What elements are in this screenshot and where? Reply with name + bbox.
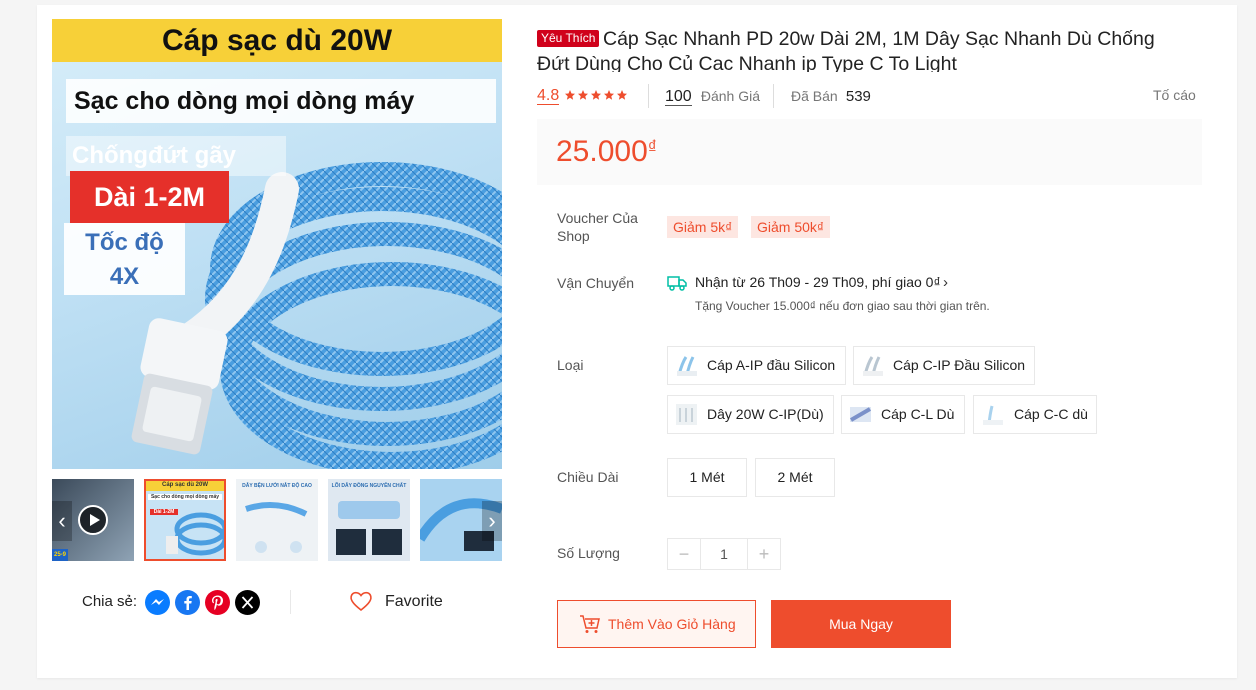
variant-thumb-icon [983, 405, 1003, 425]
thumbnail-3[interactable]: DÂY BỆN LƯỚI NẮT ĐỘ CAO [236, 479, 318, 561]
share-label: Chia sẻ: [82, 593, 138, 610]
cart-plus-icon [580, 615, 600, 633]
thumbnail-4[interactable]: LÕI DÂY ĐỒNG NGUYÊN CHẤT [328, 479, 410, 561]
variant-thumb-icon [849, 407, 872, 422]
product-price: 25.000₫ [556, 135, 657, 169]
variant-option[interactable]: Dây 20W C-IP(Dù) [667, 395, 834, 434]
variant-option[interactable]: Cáp C-L Dù [841, 395, 965, 434]
quantity-stepper: − 1 + [667, 538, 781, 570]
messenger-icon[interactable] [145, 590, 170, 615]
voucher-label: Voucher Của Shop [557, 210, 638, 244]
currency-symbol: ₫ [647, 137, 658, 157]
variant-option-label: Dây 20W C-IP(Dù) [707, 406, 824, 422]
sold-stat: Đã Bán 539 [791, 86, 871, 106]
voucher-tag[interactable]: Giảm 5k₫ [667, 216, 739, 238]
length-option[interactable]: 1 Mét [667, 458, 747, 497]
thumbnail-date-badge: 25-9 [52, 549, 68, 561]
review-count: 100 [665, 88, 692, 106]
add-to-cart-label: Thêm Vào Giỏ Hàng [608, 616, 736, 632]
rating-number: 4.8 [537, 87, 560, 105]
truck-icon [667, 276, 687, 291]
hero-speed-label: Tốc độ [85, 229, 164, 256]
rating-value[interactable]: 4.8 [537, 86, 560, 106]
favorite-label[interactable]: Favorite [385, 593, 443, 611]
thumbnail-strip: 25-9 Cáp sạc dù 20W Sạc cho dòng mọi dòn… [52, 479, 502, 561]
quantity-label: Số Lượng [557, 545, 620, 561]
x-twitter-icon[interactable] [235, 590, 260, 615]
thumbnail-prev-arrow[interactable]: ‹ [52, 501, 72, 541]
report-link[interactable]: Tố cáo [1153, 87, 1196, 103]
facebook-icon[interactable] [175, 590, 200, 615]
add-to-cart-button[interactable]: Thêm Vào Giỏ Hàng [557, 600, 756, 648]
variant-thumb-icon [863, 356, 883, 376]
hero-feature-length: Dài 1-2M [70, 171, 229, 223]
play-icon[interactable] [78, 505, 108, 535]
price-value: 25.000 [556, 135, 648, 168]
variant-label: Loại [557, 357, 584, 373]
variant-thumb-icon [676, 404, 697, 425]
product-main-image[interactable]: Cáp sạc dù 20W Sạc cho dòng mọi dòng máy… [52, 19, 502, 469]
thumbnail-2-cable [166, 512, 224, 556]
sold-count: 539 [845, 88, 871, 105]
variant-option-label: Cáp C-IP Đầu Silicon [893, 357, 1026, 373]
length-label: Chiều Dài [557, 469, 619, 485]
share-divider [290, 590, 291, 614]
voucher-tag[interactable]: Giảm 50k₫ [751, 216, 831, 238]
shipping-voucher-note: Tặng Voucher 15.000₫ nếu đơn giao sau th… [695, 299, 990, 313]
variant-option[interactable]: Cáp C-C dù [973, 395, 1097, 434]
sold-label: Đã Bán [791, 88, 838, 104]
quantity-decrease-button[interactable]: − [668, 539, 700, 569]
variant-option-label: Cáp A-IP đầu Silicon [707, 357, 836, 373]
review-label: Đánh Giá [700, 88, 761, 104]
quantity-input[interactable]: 1 [700, 539, 748, 569]
rating-stars [565, 90, 627, 100]
variant-thumb-icon [677, 356, 697, 376]
thumbnail-2[interactable]: Cáp sạc dù 20W Sạc cho dòng mọi dòng máy… [144, 479, 226, 561]
hero-speed-value: 4X [109, 263, 140, 290]
chevron-right-icon[interactable]: › [943, 274, 948, 291]
hero-feature-speed: Tốc độ 4X [64, 223, 185, 295]
shipping-estimate[interactable]: Nhận từ 26 Th09 - 29 Th09, phí giao 0₫ [695, 274, 941, 290]
stats-divider [773, 84, 774, 108]
shipping-label: Vận Chuyển [557, 275, 635, 291]
thumbnail-4-cable [336, 501, 402, 555]
thumbnail-next-arrow[interactable]: › [482, 501, 502, 541]
variant-option[interactable]: Cáp C-IP Đầu Silicon [853, 346, 1035, 385]
favorite-shop-badge: Yêu Thích [537, 30, 600, 47]
thumbnail-3-cable [245, 502, 308, 553]
variant-option[interactable]: Cáp A-IP đầu Silicon [667, 346, 846, 385]
heart-icon[interactable] [348, 589, 374, 618]
quantity-increase-button[interactable]: + [748, 539, 780, 569]
pinterest-icon[interactable] [205, 590, 230, 615]
hero-subtitle: Sạc cho dòng mọi dòng máy [66, 79, 496, 123]
length-option[interactable]: 2 Mét [755, 458, 835, 497]
hero-banner-title: Cáp sạc dù 20W [52, 19, 502, 62]
variant-option-label: Cáp C-L Dù [881, 406, 955, 422]
product-title: Cáp Sạc Nhanh PD 20w Dài 2M, 1M Dây Sạc … [537, 28, 1155, 72]
review-stat[interactable]: 100 Đánh Giá [665, 86, 760, 106]
stats-divider [648, 84, 649, 108]
buy-now-button[interactable]: Mua Ngay [771, 600, 951, 648]
hero-feature-durability: Chốngđứt gãy [66, 136, 286, 176]
variant-option-label: Cáp C-C dù [1014, 406, 1088, 422]
